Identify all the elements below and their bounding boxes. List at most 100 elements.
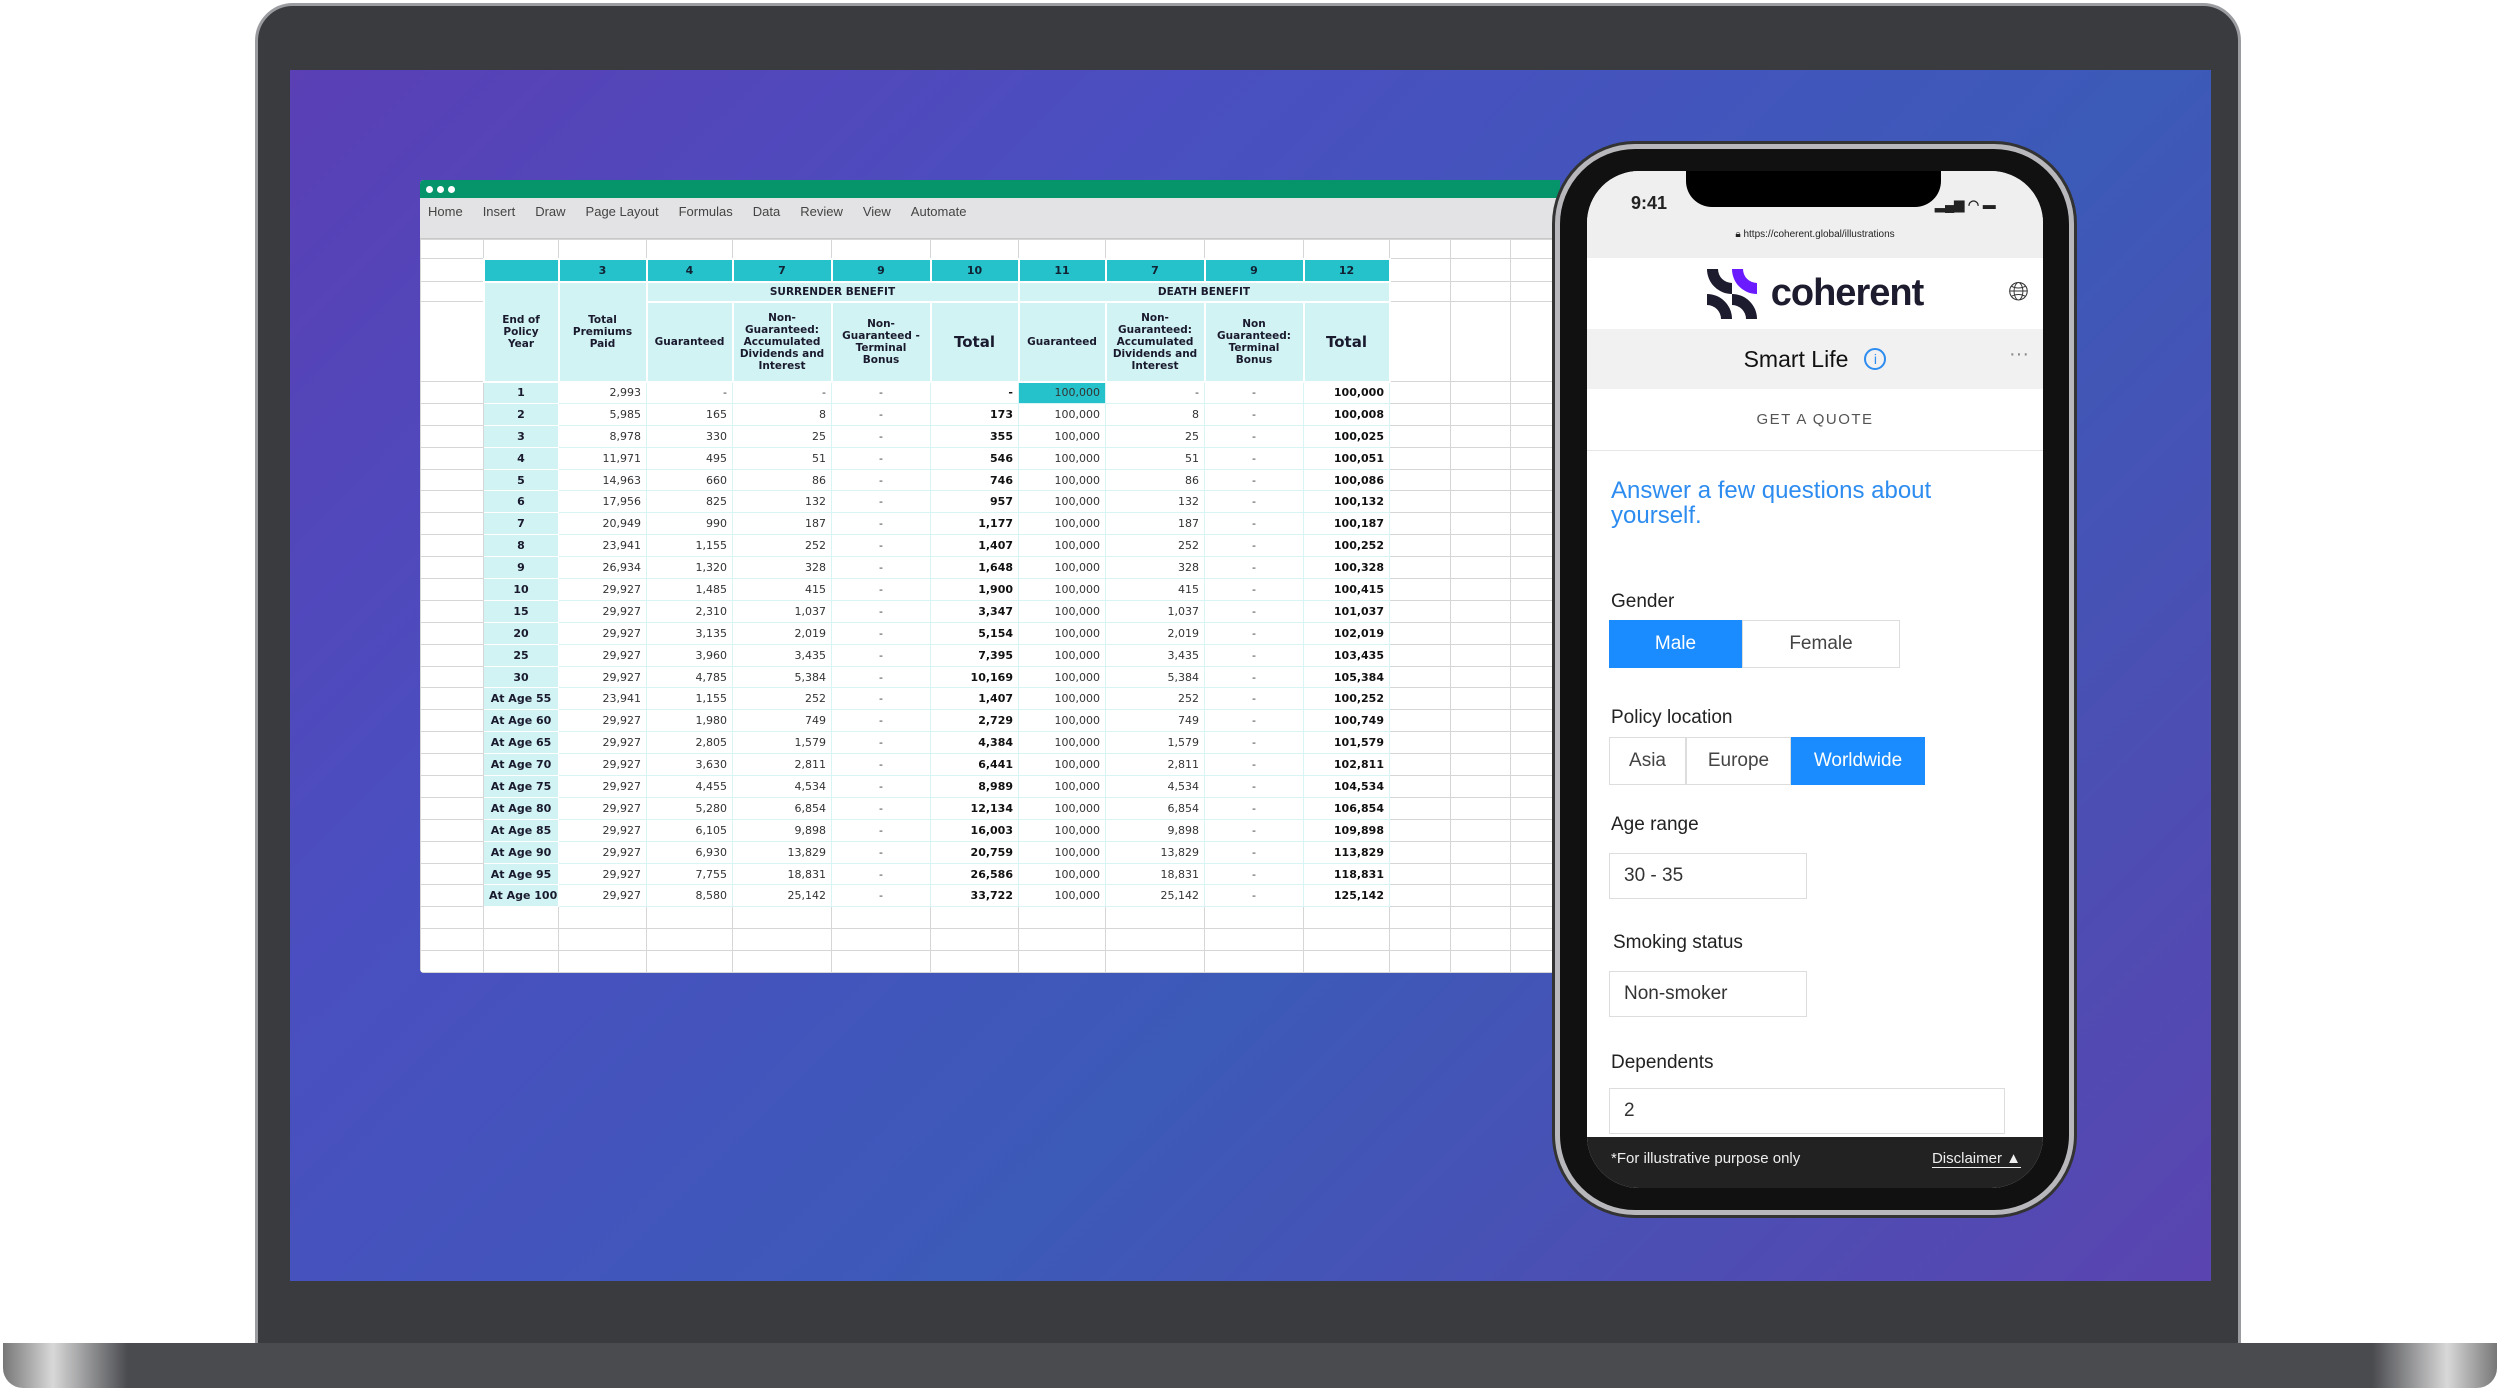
data-cell[interactable]: - [1204,775,1304,798]
data-cell[interactable]: 3,435 [732,643,832,667]
data-cell[interactable]: 20,759 [930,840,1019,864]
cell[interactable] [646,239,733,259]
cell[interactable] [831,928,931,952]
cell[interactable] [1389,643,1451,667]
cell[interactable] [1450,512,1511,536]
cell[interactable] [1389,556,1451,580]
row-label[interactable]: 15 [483,599,559,623]
data-cell[interactable]: - [1204,818,1304,842]
data-cell[interactable]: 29,927 [558,818,647,842]
data-cell[interactable]: 252 [1105,687,1205,711]
cell[interactable] [1450,556,1511,580]
column-number-cell[interactable]: 7 [731,257,833,283]
cell[interactable] [1510,239,1560,259]
cell[interactable] [1510,862,1560,886]
menu-data[interactable]: Data [753,204,780,232]
column-header[interactable]: Total [1302,300,1391,383]
data-cell[interactable]: 1,155 [646,687,733,711]
cell[interactable] [1450,402,1511,426]
cell[interactable] [1389,906,1451,930]
data-cell[interactable]: - [1204,402,1304,426]
data-cell[interactable]: - [1204,446,1304,470]
data-cell[interactable]: 4,785 [646,665,733,689]
data-cell[interactable]: 100,000 [1303,381,1390,404]
data-cell[interactable]: 29,927 [558,796,647,820]
data-cell[interactable]: 132 [732,490,832,514]
cell[interactable] [420,534,484,558]
cell[interactable] [1510,468,1560,492]
cell[interactable] [831,906,931,930]
data-cell[interactable]: - [1204,687,1304,711]
data-cell[interactable]: 12,134 [930,796,1019,820]
cell[interactable] [1389,731,1451,755]
age-range-input[interactable]: 30 - 35 [1609,853,1807,899]
data-cell[interactable]: - [646,381,733,404]
cell[interactable] [420,239,484,259]
column-header[interactable]: Total [929,300,1020,383]
cell[interactable] [420,731,484,755]
data-cell[interactable]: 328 [1105,556,1205,580]
cell[interactable] [1450,884,1511,908]
data-cell[interactable]: 5,384 [1105,665,1205,689]
data-cell[interactable]: 51 [1105,446,1205,470]
cell[interactable] [1450,796,1511,820]
data-cell[interactable]: 29,927 [558,665,647,689]
cell[interactable] [420,643,484,667]
data-cell[interactable]: - [831,862,931,886]
cell[interactable] [1105,928,1205,952]
data-cell[interactable]: 100,000 [1018,446,1106,470]
cell[interactable] [483,239,559,259]
data-cell[interactable]: 29,927 [558,862,647,886]
column-header[interactable]: Non-Guaranteed: Accumulated Dividends an… [1104,300,1206,383]
data-cell[interactable]: 29,927 [558,775,647,798]
cell[interactable] [930,239,1019,259]
header-total-premiums[interactable]: Total Premiums Paid [557,280,648,383]
data-cell[interactable]: 23,941 [558,534,647,558]
location-asia-button[interactable]: Asia [1609,737,1686,785]
cell[interactable] [420,512,484,536]
data-cell[interactable]: 6,105 [646,818,733,842]
data-cell[interactable]: 100,000 [1018,862,1106,886]
data-cell[interactable]: 100,000 [1018,709,1106,733]
data-cell[interactable]: 4,534 [732,775,832,798]
info-icon[interactable]: i [1864,348,1887,370]
cell[interactable] [1204,950,1304,973]
cell[interactable] [1018,906,1106,930]
cell[interactable] [420,884,484,908]
cell[interactable] [420,796,484,820]
location-europe-button[interactable]: Europe [1686,737,1791,785]
data-cell[interactable]: 1,155 [646,534,733,558]
cell[interactable] [1303,928,1390,952]
cell[interactable] [420,818,484,842]
data-cell[interactable]: 252 [1105,534,1205,558]
row-label[interactable]: 5 [483,468,559,492]
data-cell[interactable]: 103,435 [1303,643,1390,667]
section-death-benefit[interactable]: DEATH BENEFIT [1017,280,1391,303]
data-cell[interactable]: 3,435 [1105,643,1205,667]
data-cell[interactable]: - [1204,621,1304,645]
data-cell[interactable]: 100,086 [1303,468,1390,492]
data-cell[interactable]: 252 [732,687,832,711]
cell[interactable] [1389,301,1451,382]
data-cell[interactable]: 100,415 [1303,578,1390,601]
data-cell[interactable]: 23,941 [558,687,647,711]
data-cell[interactable]: 749 [1105,709,1205,733]
cell[interactable] [1510,643,1560,667]
column-number-cell[interactable]: 9 [830,257,932,283]
data-cell[interactable]: 29,927 [558,884,647,908]
data-cell[interactable]: 8 [1105,402,1205,426]
data-cell[interactable]: 1,177 [930,512,1019,536]
cell[interactable] [930,950,1019,973]
cell[interactable] [930,906,1019,930]
data-cell[interactable]: 104,534 [1303,775,1390,798]
data-cell[interactable]: 29,927 [558,578,647,601]
cell[interactable] [1510,753,1560,777]
data-cell[interactable]: 105,384 [1303,665,1390,689]
cell[interactable] [1510,731,1560,755]
cell[interactable] [1450,731,1511,755]
cell[interactable] [1450,862,1511,886]
data-cell[interactable]: - [831,424,931,448]
data-cell[interactable]: - [1204,643,1304,667]
cell[interactable] [1389,687,1451,711]
data-cell[interactable]: - [1204,665,1304,689]
